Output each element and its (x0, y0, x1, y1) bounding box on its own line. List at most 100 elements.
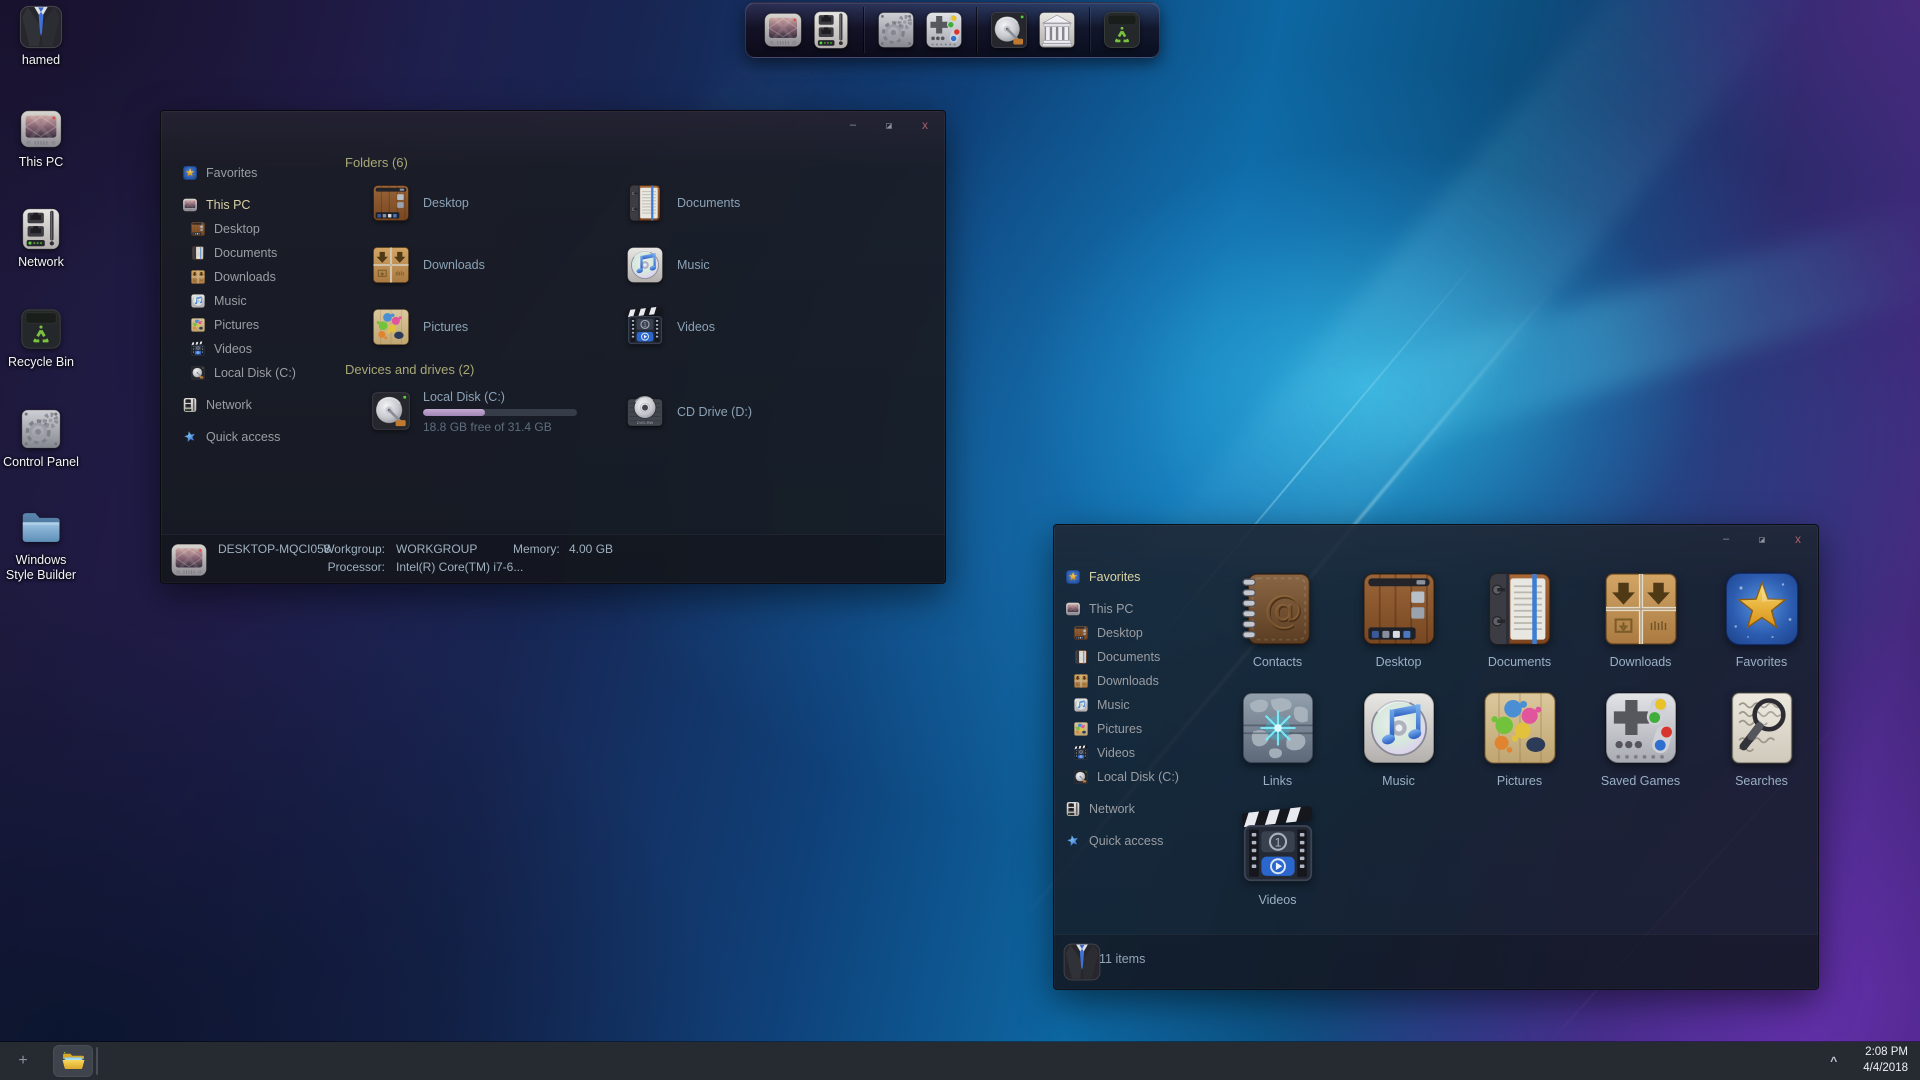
sidebar-item-downloads[interactable]: Downloads (161, 265, 337, 289)
tile-music[interactable]: Music (599, 244, 853, 286)
desktop-icon-label: Control Panel (3, 455, 79, 469)
desktop-icon-network[interactable]: Network (1, 206, 81, 270)
restore-button[interactable] (883, 120, 895, 132)
downloads-crate-icon (1073, 673, 1089, 689)
sidebar-item-label: Quick access (1089, 834, 1164, 848)
sidebar-item-quick-access[interactable]: Quick access (1054, 829, 1210, 853)
file-item-contacts[interactable]: Contacts (1217, 567, 1338, 686)
file-item-desktop[interactable]: Desktop (1338, 567, 1459, 686)
file-item-music[interactable]: Music (1338, 686, 1459, 805)
file-item-documents[interactable]: Documents (1459, 567, 1580, 686)
sidebar-item-favorites[interactable]: Favorites (1054, 565, 1210, 589)
desktop-icon-this-pc[interactable]: This PC (1, 106, 81, 170)
sidebar-item-pictures[interactable]: Pictures (1054, 717, 1210, 741)
sidebar-item-favorites[interactable]: Favorites (161, 161, 337, 185)
sidebar-item-label: Pictures (1097, 722, 1143, 736)
file-item-links[interactable]: Links (1217, 686, 1338, 805)
music-cd-icon (624, 244, 666, 286)
recycle-bin-icon (18, 306, 64, 352)
file-item-favorites[interactable]: Favorites (1701, 567, 1822, 686)
retro-tv-icon (18, 106, 64, 152)
desktop-icon-windows-style-builder[interactable]: Windows Style Builder (1, 504, 81, 583)
user-suit-icon (18, 4, 64, 50)
restore-icon (886, 123, 892, 129)
control-panel-gears-icon (875, 9, 917, 51)
sidebar-item-local-disk[interactable]: Local Disk (C:) (161, 361, 337, 385)
tile-cd-drive-d[interactable]: CD Drive (D:) (599, 389, 853, 434)
dock-item-control-panel[interactable] (875, 9, 917, 51)
sidebar-item-desktop[interactable]: Desktop (161, 217, 337, 241)
processor-label: Processor: (327, 560, 385, 574)
sidebar-item-music[interactable]: Music (1054, 693, 1210, 717)
close-button[interactable]: x (1792, 533, 1804, 546)
sidebar-item-label: This PC (206, 198, 251, 212)
file-item-pictures[interactable]: Pictures (1459, 686, 1580, 805)
sidebar-item-desktop[interactable]: Desktop (1054, 621, 1210, 645)
minimize-button[interactable]: – (1720, 534, 1732, 546)
desktop-icon-control-panel[interactable]: Control Panel (1, 406, 81, 470)
minimize-button[interactable]: – (847, 120, 859, 132)
sidebar-item-label: Music (1097, 698, 1130, 712)
file-item-label: Pictures (1496, 774, 1543, 788)
sidebar-item-network[interactable]: Network (1054, 797, 1210, 821)
processor-value: Intel(R) Core(TM) i7-6... (396, 560, 524, 574)
sidebar-item-local-disk[interactable]: Local Disk (C:) (1054, 765, 1210, 789)
file-item-searches[interactable]: Searches (1701, 686, 1822, 805)
dock-item-hard-drive[interactable] (988, 9, 1030, 51)
titlebar[interactable]: – x (1054, 525, 1818, 555)
dock-item-network[interactable] (810, 9, 852, 51)
sidebar-item-videos[interactable]: Videos (1054, 741, 1210, 765)
desktop-wood-icon (1073, 625, 1089, 641)
desktop-icon-recycle-bin[interactable]: Recycle Bin (1, 306, 81, 370)
file-item-label: Saved Games (1600, 774, 1681, 788)
sidebar-item-network[interactable]: Network (161, 393, 337, 417)
downloads-crate-icon (370, 244, 412, 286)
retro-tv-icon (182, 197, 198, 213)
sidebar-item-documents[interactable]: Documents (161, 241, 337, 265)
desktop-icon-hamed[interactable]: hamed (1, 4, 81, 68)
close-button[interactable]: x (919, 119, 931, 132)
tile-desktop[interactable]: Desktop (345, 182, 599, 224)
new-window-button[interactable]: + (8, 1052, 38, 1070)
searches-magnifier-icon (1720, 686, 1804, 770)
sidebar-item-this-pc[interactable]: This PC (161, 193, 337, 217)
tile-videos[interactable]: Videos (599, 306, 853, 348)
sidebar-item-documents[interactable]: Documents (1054, 645, 1210, 669)
taskbar-file-explorer-button[interactable] (53, 1045, 93, 1077)
file-item-videos[interactable]: Videos (1217, 805, 1338, 924)
dock-item-recycle-bin[interactable] (1101, 9, 1143, 51)
sidebar-item-pictures[interactable]: Pictures (161, 313, 337, 337)
file-item-downloads[interactable]: Downloads (1580, 567, 1701, 686)
tile-pictures[interactable]: Pictures (345, 306, 599, 348)
tile-documents[interactable]: Documents (599, 182, 853, 224)
dock-item-libraries[interactable] (1036, 9, 1078, 51)
status-bar: 11 items (1054, 934, 1818, 989)
dock-item-games[interactable] (923, 9, 965, 51)
desktop-wood-icon (370, 182, 412, 224)
network-switch-icon (810, 9, 852, 51)
drive-label: CD Drive (D:) (677, 404, 752, 419)
tile-downloads[interactable]: Downloads (345, 244, 599, 286)
sidebar-item-downloads[interactable]: Downloads (1054, 669, 1210, 693)
file-item-label: Videos (1258, 893, 1297, 907)
taskbar-clock[interactable]: 2:08 PM 4/4/2018 (1863, 1045, 1908, 1076)
retro-tv-icon (1065, 601, 1081, 617)
videos-clapper-icon (624, 306, 666, 348)
titlebar[interactable]: – x (161, 111, 945, 141)
sidebar-item-videos[interactable]: Videos (161, 337, 337, 361)
quick-access-star-icon (1065, 833, 1081, 849)
sidebar-item-quick-access[interactable]: Quick access (161, 425, 337, 449)
documents-notebook-icon (190, 245, 206, 261)
file-item-label: Music (1382, 774, 1415, 788)
explorer-window-this-pc: – x Favorites This PC Desktop Documents … (160, 110, 946, 584)
tray-expand-chevron-icon[interactable]: ^ (1830, 1054, 1837, 1068)
tile-local-disk-c[interactable]: Local Disk (C:) 18.8 GB free of 31.4 GB (345, 389, 599, 434)
dock-item-this-pc[interactable] (762, 9, 804, 51)
downloads-crate-icon (190, 269, 206, 285)
restore-button[interactable] (1756, 534, 1768, 546)
network-switch-icon (1065, 801, 1081, 817)
sidebar-item-this-pc[interactable]: This PC (1054, 597, 1210, 621)
file-item-saved-games[interactable]: Saved Games (1580, 686, 1701, 805)
sidebar-item-label: Videos (1097, 746, 1135, 760)
sidebar-item-music[interactable]: Music (161, 289, 337, 313)
